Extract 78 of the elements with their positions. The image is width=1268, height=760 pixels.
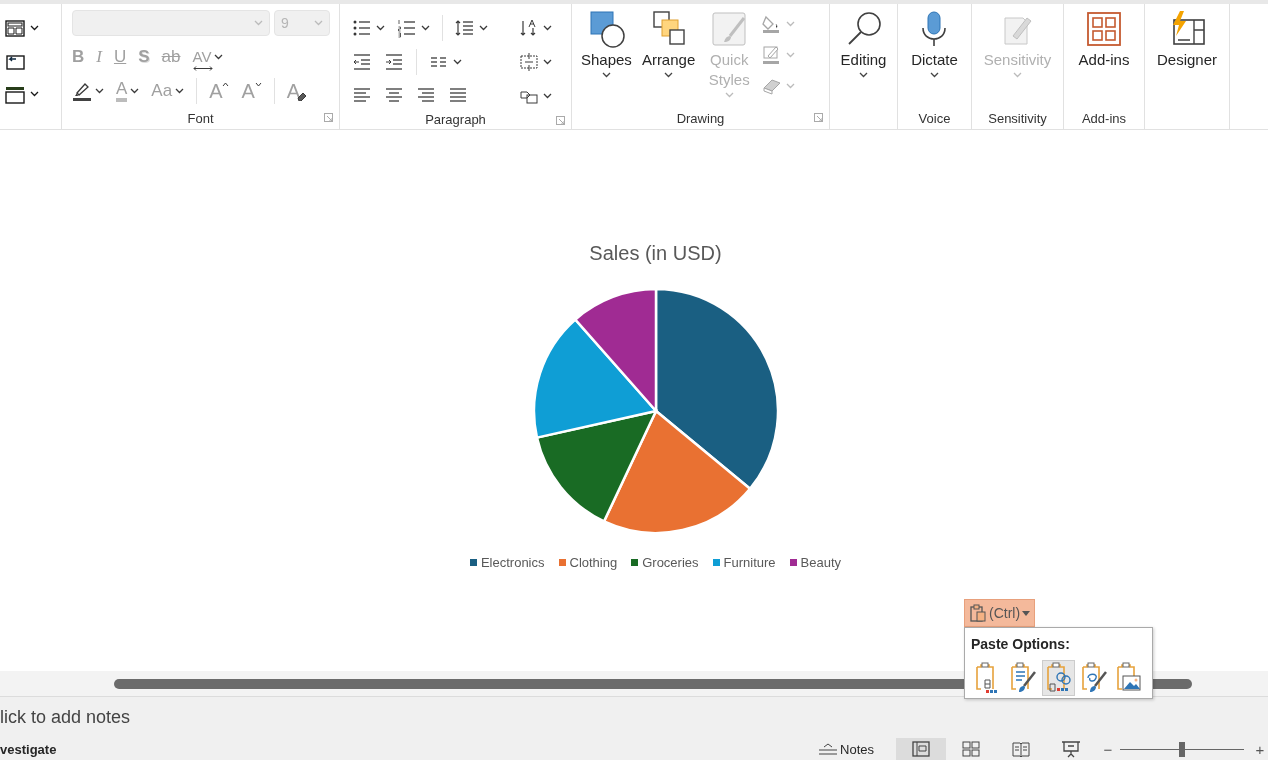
chevron-icon	[130, 88, 140, 94]
chevron-icon	[786, 82, 796, 89]
arrows-icon	[192, 65, 213, 71]
normal-view-button[interactable]	[896, 738, 946, 760]
paste-link-icon	[1044, 662, 1073, 694]
legend-label: Groceries	[642, 555, 699, 570]
paste-options-button[interactable]: (Ctrl)	[964, 599, 1036, 627]
legend-label: Clothing	[569, 555, 618, 570]
chevron-icon	[543, 59, 552, 65]
bullet-list-icon	[352, 18, 372, 38]
layout-icon	[4, 17, 26, 38]
designer-button[interactable]: Designer	[1152, 8, 1222, 72]
chevron-icon	[1013, 72, 1022, 78]
shapes-icon	[587, 10, 626, 48]
arrange-button[interactable]: Arrange	[636, 8, 701, 80]
book-icon	[1011, 740, 1031, 758]
chevron-icon	[786, 51, 796, 58]
chevron-icon	[254, 20, 263, 26]
chevron-icon	[724, 92, 734, 98]
align-text-icon	[519, 52, 539, 72]
legend-label: Beauty	[800, 555, 842, 570]
shapes-button[interactable]: Shapes	[576, 8, 637, 80]
dictate-button[interactable]: Dictate	[906, 8, 963, 80]
numbered-list-icon	[397, 18, 417, 38]
status-text: vestigate	[0, 741, 57, 757]
notes-icon	[818, 743, 839, 755]
legend-label: Furniture	[723, 555, 776, 570]
increase-indent-icon	[384, 52, 404, 72]
zoom-in-button[interactable]: +	[1252, 740, 1268, 758]
chevron-icon	[95, 88, 104, 94]
normal-view-icon	[911, 740, 931, 758]
chevron-icon	[314, 20, 323, 26]
zoom-out-button[interactable]: −	[1100, 740, 1116, 758]
group-label: Paragraph	[425, 112, 486, 127]
addins-button[interactable]: Add-ins	[1073, 8, 1135, 72]
caret-up-icon	[222, 81, 230, 87]
chevron-icon	[664, 72, 674, 78]
chevron-icon	[214, 54, 224, 60]
paste-picture-icon	[1115, 662, 1144, 694]
legend-label: Electronics	[480, 555, 545, 570]
slider-thumb[interactable]	[1179, 741, 1185, 757]
chevron-icon	[376, 25, 385, 31]
editing-button[interactable]: Editing	[835, 8, 892, 80]
notes-placeholder[interactable]: lick to add notes	[0, 707, 131, 729]
presentation-icon	[1061, 740, 1081, 758]
chevron-icon	[786, 20, 796, 27]
chevron-icon	[479, 25, 488, 31]
chevron-icon	[453, 59, 462, 65]
chevron-icon	[421, 25, 430, 31]
caret-down-icon	[1022, 610, 1031, 616]
notes-button[interactable]: Notes	[818, 741, 874, 757]
slide-sorter-icon	[961, 740, 981, 758]
chevron-icon	[930, 72, 939, 78]
add-ins-icon	[1085, 10, 1123, 48]
chevron-icon	[175, 88, 185, 94]
clipboard-icon	[969, 604, 987, 622]
paste-brush-icon	[1009, 662, 1038, 694]
caret-down-icon	[254, 81, 262, 87]
paste-brush-icon	[1079, 662, 1108, 694]
group-label: Voice	[918, 110, 951, 126]
eraser-icon	[297, 91, 308, 101]
chevron-icon	[30, 24, 39, 31]
group-label: Sensitivity	[988, 110, 1047, 126]
quick-styles-icon	[710, 10, 749, 48]
group-label: Font	[187, 110, 214, 126]
menu-title: Paste Options:	[971, 636, 1071, 652]
highlighter-icon	[72, 81, 92, 101]
group-label: Add-ins	[1081, 110, 1127, 126]
chevron-icon	[859, 72, 868, 78]
chevron-icon	[543, 93, 552, 99]
group-label: Drawing	[676, 110, 725, 126]
paste-link-option[interactable]	[1041, 660, 1076, 696]
chevron-icon	[543, 25, 552, 31]
chevron-icon	[30, 90, 39, 97]
decrease-indent-icon	[352, 52, 372, 72]
chart-title: Sales (in USD)	[589, 242, 722, 265]
chevron-icon	[601, 72, 611, 78]
line-spacing-icon	[455, 18, 475, 38]
